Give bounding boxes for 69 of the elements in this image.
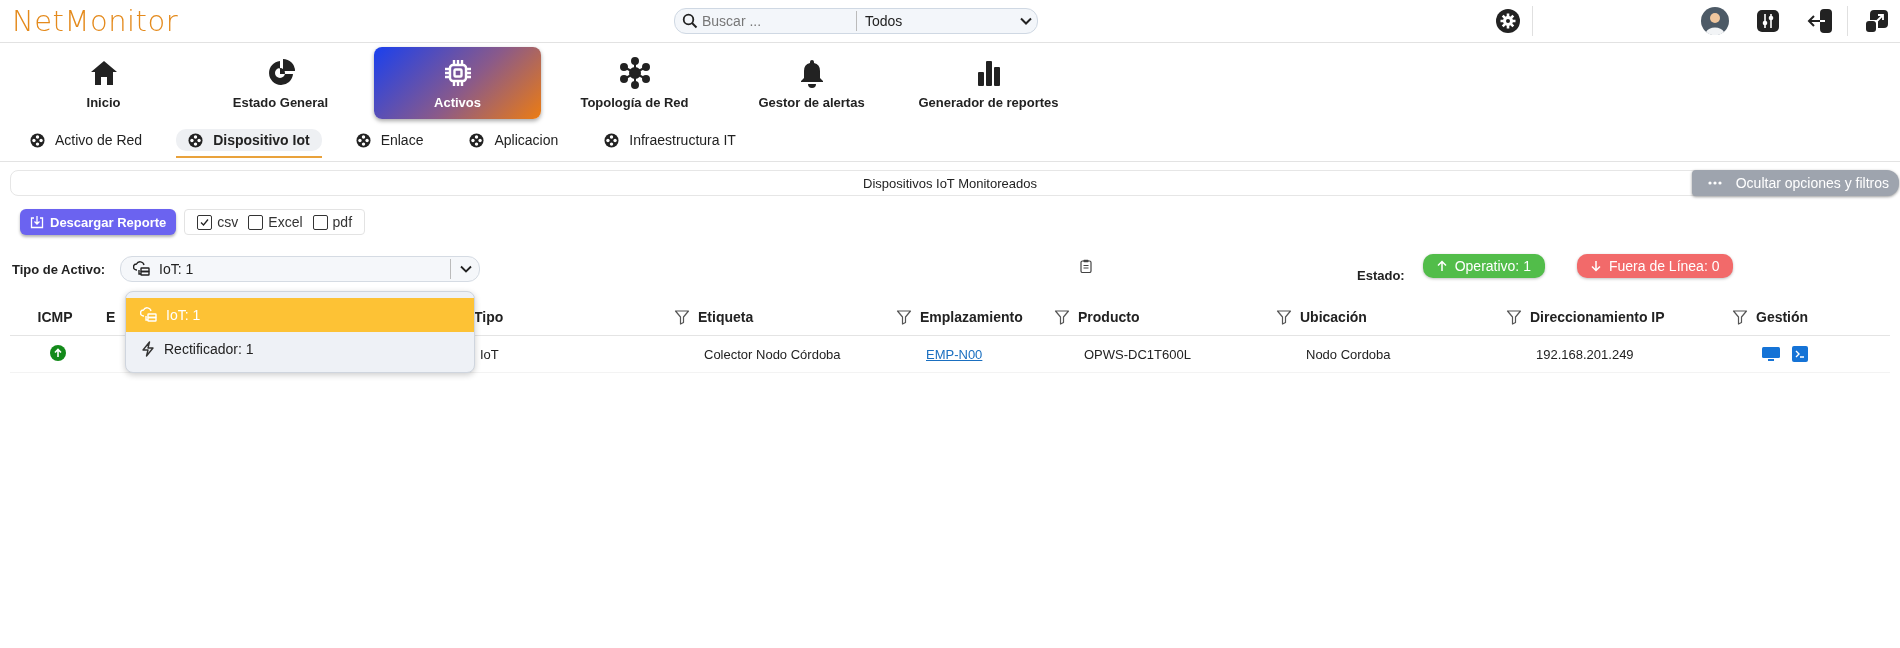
filter-label: Tipo de Activo: xyxy=(11,261,107,277)
filter-icon[interactable] xyxy=(1506,309,1522,325)
checkmark-icon xyxy=(200,217,210,227)
sub-tab[interactable]: Enlace xyxy=(343,129,436,151)
status-label: Estado: xyxy=(1357,267,1405,283)
column-header: Emplazamiento xyxy=(920,309,1023,325)
table-cell: Colector Nodo Córdoba xyxy=(704,346,841,362)
search-icon xyxy=(682,13,698,29)
format-label: pdf xyxy=(332,214,353,230)
cloud-server-icon xyxy=(140,307,158,323)
column-header: ICMP xyxy=(37,309,73,325)
table-cell: IoT xyxy=(480,346,499,362)
column-header: Gestión xyxy=(1756,309,1809,325)
panel-title: Dispositivos IoT Monitoreados xyxy=(863,175,1037,191)
nav-tab[interactable]: Activos xyxy=(374,47,541,119)
table-cell: OPWS-DC1T600L xyxy=(1084,346,1191,362)
format-label: Excel xyxy=(268,214,303,230)
format-label: csv xyxy=(217,214,239,230)
column-header: E xyxy=(106,309,116,325)
column-header: Producto xyxy=(1078,309,1140,325)
more-icon xyxy=(1707,181,1722,185)
arrow-up-icon xyxy=(1436,260,1447,272)
terminal-icon[interactable] xyxy=(1792,346,1808,362)
sub-tab[interactable]: Activo de Red xyxy=(18,129,155,151)
dropdown-option[interactable]: Rectificador: 1 xyxy=(126,332,474,366)
wheel-icon xyxy=(604,132,620,148)
network-icon xyxy=(618,56,651,89)
filter-icon[interactable] xyxy=(674,309,690,325)
location-link[interactable]: EMP-N00 xyxy=(926,346,983,362)
format-checkbox[interactable] xyxy=(197,214,213,230)
nav-tab[interactable]: Gestor de alertas xyxy=(728,47,895,119)
nav-tab[interactable]: Topología de Red xyxy=(551,47,718,119)
table-cell: 192.168.201.249 xyxy=(1536,346,1634,362)
column-header: Ubicación xyxy=(1300,309,1367,325)
filter-icon[interactable] xyxy=(1276,309,1292,325)
lightning-icon xyxy=(140,341,156,357)
format-checkbox[interactable] xyxy=(312,214,328,230)
wheel-icon xyxy=(30,132,45,148)
asset-type-select[interactable]: IoT: 1 xyxy=(120,256,480,282)
search-field[interactable]: Buscar ... Todos xyxy=(674,8,1038,34)
filter-icon[interactable] xyxy=(1054,309,1070,325)
logout-icon[interactable] xyxy=(1807,9,1833,33)
nav-tab[interactable]: Generador de reportes xyxy=(905,47,1072,119)
arrow-down-icon xyxy=(1590,260,1601,272)
settings-icon[interactable] xyxy=(1496,9,1520,33)
clipboard-icon[interactable] xyxy=(1080,259,1092,273)
column-header: Tipo xyxy=(474,309,504,325)
app-logo: NetMonitor xyxy=(12,4,180,38)
wheel-icon xyxy=(188,132,204,148)
download-icon xyxy=(30,215,44,229)
table-cell: Nodo Cordoba xyxy=(1306,346,1391,362)
filter-icon[interactable] xyxy=(896,309,912,325)
filter-icon[interactable] xyxy=(1732,309,1748,325)
sliders-icon[interactable] xyxy=(1757,10,1779,32)
nav-tab[interactable]: Estado General xyxy=(197,47,364,119)
cloud-server-icon xyxy=(133,261,151,277)
column-header: Direccionamiento IP xyxy=(1530,309,1665,325)
expand-icon[interactable] xyxy=(1866,10,1888,32)
monitor-icon[interactable] xyxy=(1762,346,1780,362)
column-header: Etiqueta xyxy=(698,309,754,325)
format-checkbox[interactable] xyxy=(248,214,264,230)
nav-tab[interactable]: Inicio xyxy=(20,47,187,119)
sub-tab[interactable]: Infraestructura IT xyxy=(592,129,748,151)
avatar-icon[interactable] xyxy=(1701,7,1729,35)
download-button[interactable]: Descargar Reporte xyxy=(20,209,177,235)
sub-tab[interactable]: Aplicacion xyxy=(457,129,571,151)
wheel-icon xyxy=(469,132,485,148)
wheel-icon xyxy=(355,132,371,148)
scope-select[interactable]: Todos xyxy=(865,13,903,29)
